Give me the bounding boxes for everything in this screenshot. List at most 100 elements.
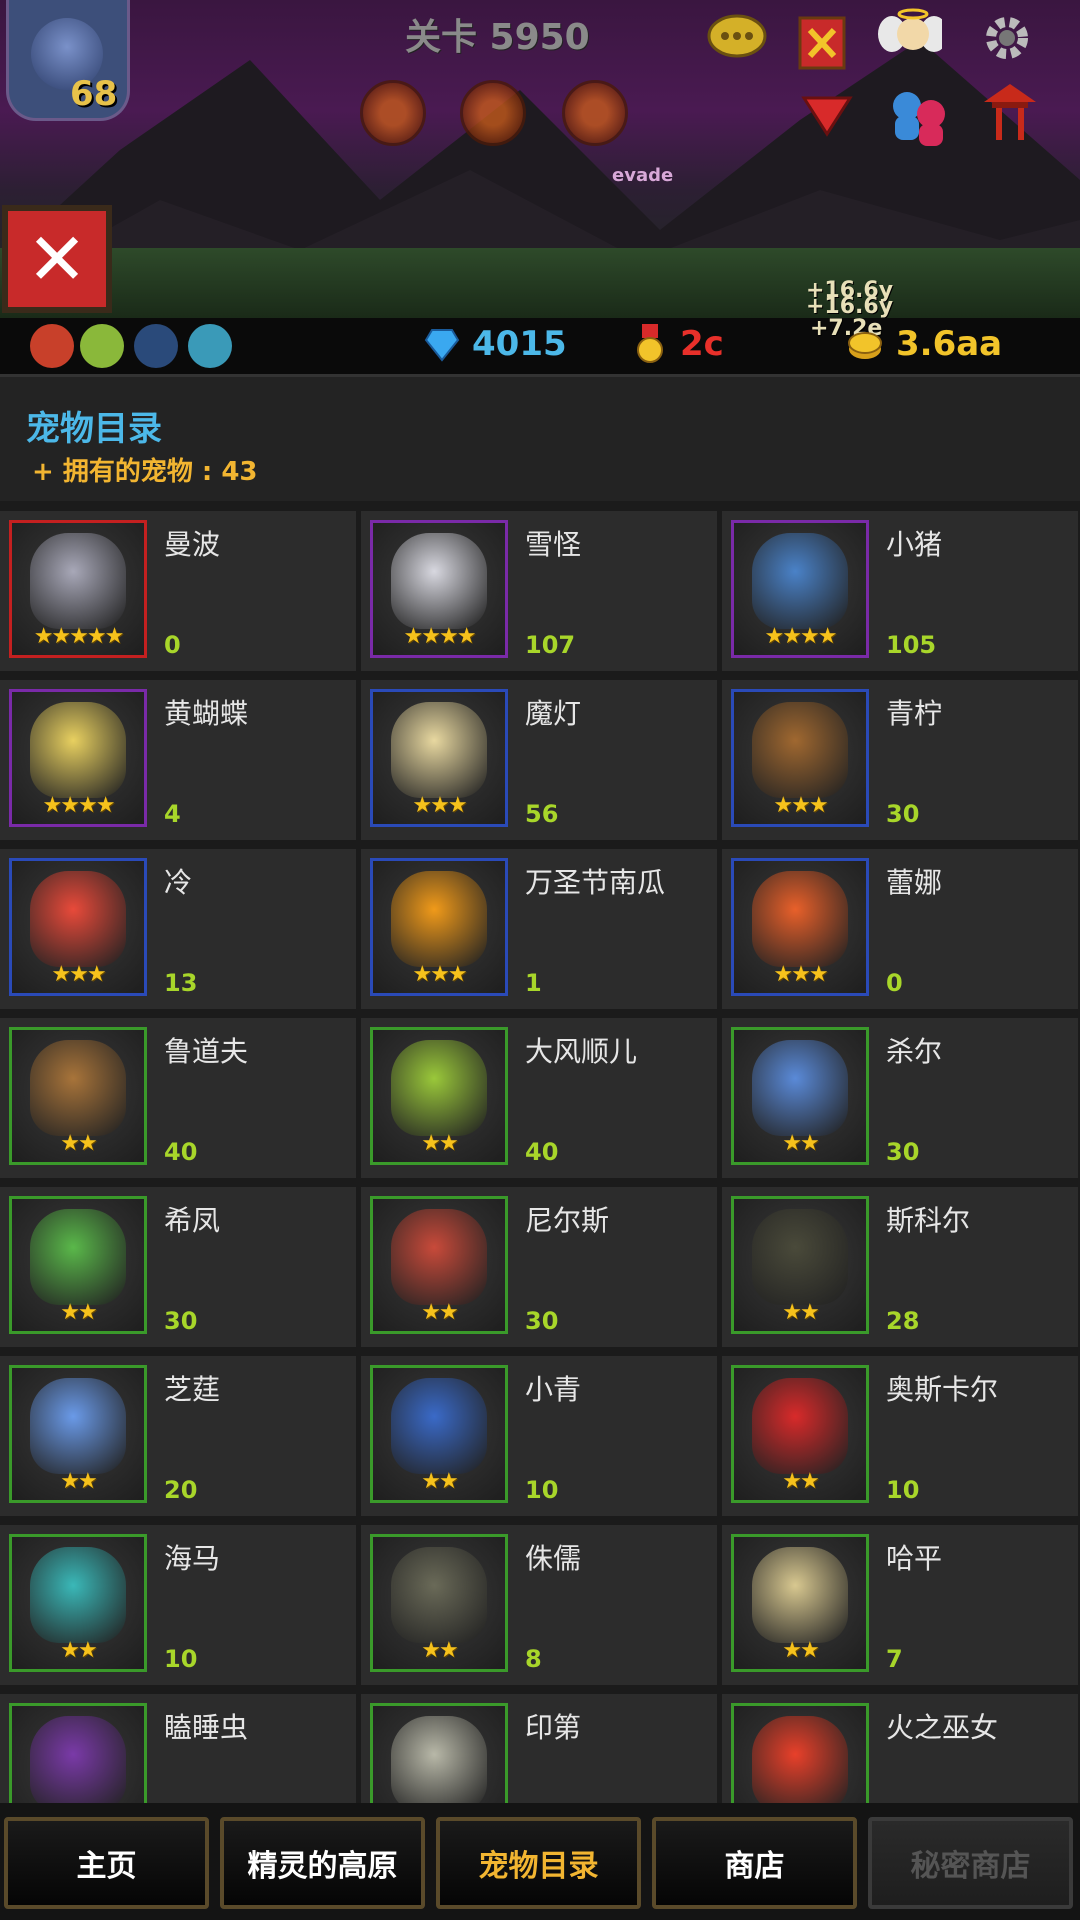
chat-icon[interactable]	[705, 6, 769, 70]
pet-name: 小猪	[886, 528, 943, 561]
pet-card[interactable]: ★★ 芝莛 20	[0, 1356, 356, 1516]
pet-icon	[752, 1716, 848, 1803]
pet-catalog-header: 宠物目录 + 拥有的宠物 : 43	[0, 377, 1080, 501]
pet-card[interactable]: ★★ 哈平 7	[722, 1525, 1078, 1685]
pet-count: 0	[164, 631, 181, 659]
star-rating: ★★	[421, 1469, 458, 1494]
hero-portrait-icon[interactable]	[188, 324, 232, 368]
hero-portrait-icon[interactable]	[80, 324, 124, 368]
nav-pet-catalog-button[interactable]: 宠物目录	[436, 1817, 641, 1909]
pet-portrait: ★★	[370, 1027, 508, 1165]
pet-card[interactable]: 瞌睡虫	[0, 1694, 356, 1803]
pet-portrait: ★★★	[370, 689, 508, 827]
quest-banner-icon[interactable]	[790, 10, 854, 74]
rune-slot-icon[interactable]	[460, 80, 526, 146]
pet-card[interactable]: ★★★ 魔灯 56	[361, 680, 717, 840]
pet-name: 大风顺儿	[525, 1035, 638, 1068]
pet-card[interactable]: ★★ 尼尔斯 30	[361, 1187, 717, 1347]
angel-icon[interactable]	[878, 4, 942, 68]
pet-card[interactable]: ★★ 大风顺儿 40	[361, 1018, 717, 1178]
pet-icon	[391, 1547, 487, 1643]
pet-name: 蕾娜	[886, 866, 943, 899]
pet-card[interactable]: 火之巫女	[722, 1694, 1078, 1803]
pet-portrait: ★★	[9, 1196, 147, 1334]
pet-name: 希凤	[164, 1204, 221, 1237]
pet-count: 8	[525, 1645, 542, 1673]
pet-card[interactable]: ★★ 希凤 30	[0, 1187, 356, 1347]
pet-icon	[752, 1040, 848, 1136]
pet-icon	[391, 1716, 487, 1803]
nav-secret-shop-button[interactable]: 秘密商店	[868, 1817, 1073, 1909]
pet-card[interactable]: ★★★★ 小猪 105	[722, 511, 1078, 671]
nav-home-button[interactable]: 主页	[4, 1817, 209, 1909]
pet-count: 7	[886, 1645, 903, 1673]
pet-count: 30	[886, 1138, 920, 1166]
pet-icon	[752, 1547, 848, 1643]
pet-card[interactable]: ★★★ 青柠 30	[722, 680, 1078, 840]
pet-card[interactable]: ★★ 小青 10	[361, 1356, 717, 1516]
close-icon: ✕	[26, 217, 88, 301]
pet-portrait	[9, 1703, 147, 1803]
pet-card[interactable]: ★★★ 万圣节南瓜 1	[361, 849, 717, 1009]
hero-portrait-icon[interactable]	[30, 324, 74, 368]
pet-count: 107	[525, 631, 576, 659]
star-rating: ★★	[421, 1638, 458, 1663]
rune-slot-icon[interactable]	[360, 80, 426, 146]
dropdown-triangle-icon[interactable]	[795, 84, 859, 148]
pet-card[interactable]: ★★ 海马 10	[0, 1525, 356, 1685]
pet-name: 海马	[164, 1542, 221, 1575]
pet-card[interactable]: ★★ 斯科尔 28	[722, 1187, 1078, 1347]
rune-slot-icon[interactable]	[562, 80, 628, 146]
pet-name: 鲁道夫	[164, 1035, 249, 1068]
game-scene: 68 关卡 5950 evade ✕ +16.6y +16.6y	[0, 0, 1080, 318]
pet-icon	[30, 1547, 126, 1643]
pet-card[interactable]: ★★★★ 雪怪 107	[361, 511, 717, 671]
pet-icon	[30, 533, 126, 629]
friends-icon[interactable]	[885, 84, 949, 148]
owned-pets-count: + 拥有的宠物 : 43	[32, 457, 258, 487]
pet-card[interactable]: ★★ 侏儒 8	[361, 1525, 717, 1685]
star-rating: ★★	[60, 1638, 97, 1663]
pet-card[interactable]: ★★★ 蕾娜 0	[722, 849, 1078, 1009]
pet-name: 黄蝴蝶	[164, 697, 249, 730]
pet-count: 4	[164, 800, 181, 828]
pet-icon	[30, 1378, 126, 1474]
pet-icon	[752, 1209, 848, 1305]
shrine-icon[interactable]	[978, 80, 1042, 144]
pet-card[interactable]: ★★★ 冷 13	[0, 849, 356, 1009]
pet-card[interactable]: ★★★★★ 曼波 0	[0, 511, 356, 671]
pet-card[interactable]: ★★ 鲁道夫 40	[0, 1018, 356, 1178]
pet-card[interactable]: ★★★★ 黄蝴蝶 4	[0, 680, 356, 840]
pet-card[interactable]: ★★ 杀尔 30	[722, 1018, 1078, 1178]
pet-portrait: ★★★	[370, 858, 508, 996]
gold-value: 3.6aa	[896, 324, 1003, 364]
close-button[interactable]: ✕	[2, 205, 112, 313]
pet-card[interactable]: 印第	[361, 1694, 717, 1803]
pet-name: 小青	[525, 1373, 582, 1406]
pet-card[interactable]: ★★ 奥斯卡尔 10	[722, 1356, 1078, 1516]
pet-portrait: ★★	[731, 1534, 869, 1672]
diamond-icon	[424, 329, 460, 362]
pet-count: 40	[164, 1138, 198, 1166]
pet-name: 冷	[164, 866, 193, 899]
nav-shop-button[interactable]: 商店	[652, 1817, 857, 1909]
pet-name: 斯科尔	[886, 1204, 971, 1237]
gear-icon[interactable]	[975, 6, 1039, 70]
medal-value: 2c	[680, 324, 724, 364]
pet-portrait: ★★	[9, 1534, 147, 1672]
pet-icon	[391, 1378, 487, 1474]
hero-portrait-icon[interactable]	[134, 324, 178, 368]
pet-icon	[391, 871, 487, 967]
pet-name: 尼尔斯	[525, 1204, 610, 1237]
pet-icon	[30, 1040, 126, 1136]
star-rating: ★★	[421, 1131, 458, 1156]
pet-icon	[30, 871, 126, 967]
nav-elf-plateau-button[interactable]: 精灵的高原	[220, 1817, 425, 1909]
pet-count: 1	[525, 969, 542, 997]
pet-portrait: ★★	[370, 1365, 508, 1503]
page-title: 宠物目录	[26, 409, 162, 449]
pet-count: 40	[525, 1138, 559, 1166]
star-rating: ★★★★	[42, 793, 116, 818]
pet-icon	[30, 1209, 126, 1305]
pet-icon	[752, 702, 848, 798]
